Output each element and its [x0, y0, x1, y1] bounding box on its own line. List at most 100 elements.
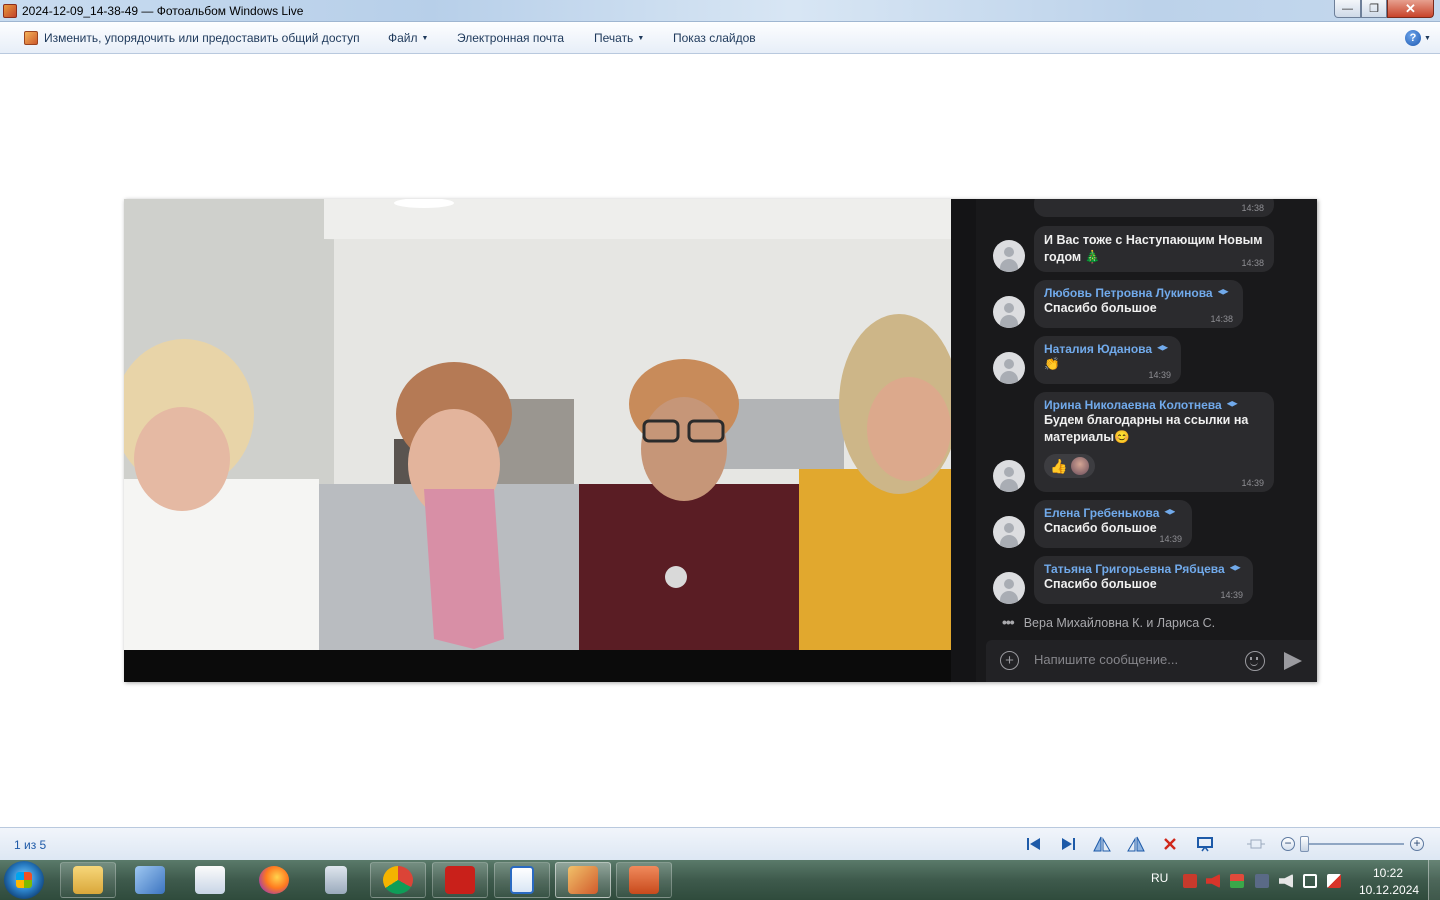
- message-time: 14:38: [1241, 258, 1264, 268]
- action-center-icon[interactable]: [1327, 874, 1341, 888]
- taskbar-explorer[interactable]: [60, 862, 116, 898]
- rotate-left-icon[interactable]: [1093, 836, 1111, 852]
- message-text: Спасибо большое: [1044, 301, 1157, 315]
- avatar[interactable]: [993, 352, 1025, 384]
- avatar[interactable]: [993, 296, 1025, 328]
- photo-gallery-icon: [568, 866, 598, 894]
- menu-email[interactable]: Электронная почта: [457, 31, 564, 45]
- network-icon[interactable]: [1255, 874, 1269, 888]
- actual-size-icon[interactable]: [1247, 836, 1265, 852]
- start-button[interactable]: [4, 861, 44, 899]
- taskbar-chrome[interactable]: [370, 862, 426, 898]
- media-player-icon: [195, 866, 225, 894]
- sender-name: Любовь Петровна Лукинова: [1044, 286, 1213, 300]
- menu-slideshow[interactable]: Показ слайдов: [673, 31, 756, 45]
- message-time: 14:38: [1210, 314, 1233, 324]
- taskbar-powerpoint[interactable]: [616, 862, 672, 898]
- message-reaction[interactable]: 👍: [1044, 454, 1096, 478]
- sender-name: Наталия Юданова: [1044, 342, 1153, 356]
- message-time: 14:39: [1159, 534, 1182, 544]
- photo-viewer: 14:38 И Вас тоже с Наступающим Новым год…: [0, 55, 1440, 827]
- help-dropdown-icon[interactable]: ▼: [1424, 35, 1431, 42]
- message-sender[interactable]: Наталия Юданова: [1044, 342, 1171, 356]
- clock-date[interactable]: 10.12.2024: [1359, 883, 1419, 897]
- message-input[interactable]: Напишите сообщение...: [1034, 652, 1178, 667]
- menu-print[interactable]: Печать ▼: [594, 31, 644, 45]
- avatar[interactable]: [993, 240, 1025, 272]
- message-text: Будем благодарны на ссылки на материалы😊: [1044, 413, 1249, 444]
- zoom-in-icon[interactable]: +: [1410, 837, 1424, 851]
- send-icon[interactable]: [1284, 652, 1302, 670]
- message-text: И Вас тоже с Наступающим Новым годом 🎄: [1044, 233, 1263, 264]
- taskbar-acrobat[interactable]: [432, 862, 488, 898]
- chrome-icon: [383, 866, 413, 894]
- clock-time[interactable]: 10:22: [1373, 866, 1403, 880]
- message-sender[interactable]: Татьяна Григорьевна Рябцева: [1044, 562, 1243, 576]
- chat-panel: 14:38 И Вас тоже с Наступающим Новым год…: [951, 199, 1317, 682]
- sender-name: Елена Гребенькова: [1044, 506, 1160, 520]
- message-time: 14:38: [1241, 203, 1264, 213]
- message-sender[interactable]: Любовь Петровна Лукинова: [1044, 286, 1233, 300]
- photo-counter: 1 из 5: [14, 838, 47, 852]
- minimize-button[interactable]: —: [1334, 0, 1361, 18]
- menu-file[interactable]: Файл ▼: [388, 31, 428, 45]
- next-icon[interactable]: [1059, 836, 1077, 852]
- chat-panel-edge: [951, 199, 976, 682]
- taskbar-calculator[interactable]: [308, 862, 364, 898]
- menu-print-label: Печать: [594, 31, 634, 45]
- avatar[interactable]: [993, 460, 1025, 492]
- rotate-right-icon[interactable]: [1127, 836, 1145, 852]
- photo-gallery-app-icon: [3, 4, 17, 18]
- help-icon[interactable]: ?: [1405, 30, 1421, 46]
- avatar[interactable]: [993, 572, 1025, 604]
- slideshow-icon[interactable]: [1196, 836, 1214, 852]
- education-badge-icon: [1229, 565, 1241, 571]
- delete-icon[interactable]: [1161, 836, 1179, 852]
- emoji-icon[interactable]: [1245, 651, 1265, 671]
- reaction-user-avatar: [1071, 457, 1090, 475]
- video-scene: [124, 199, 951, 650]
- zoom-slider-track[interactable]: [1302, 843, 1404, 845]
- menu-share-organize[interactable]: Изменить, упорядочить или предоставить о…: [44, 31, 360, 45]
- close-button[interactable]: ✕: [1387, 0, 1434, 18]
- window-title: 2024-12-09_14-38-49 — Фотоальбом Windows…: [22, 4, 304, 18]
- message-composer: + Напишите сообщение...: [986, 640, 1317, 682]
- pdf-icon: [445, 866, 475, 894]
- taskbar-photo-gallery[interactable]: [555, 862, 611, 898]
- speaker-muted-icon[interactable]: [1206, 874, 1220, 888]
- language-indicator[interactable]: RU: [1151, 871, 1168, 885]
- display-icon[interactable]: [1303, 874, 1317, 888]
- windows-taskbar: RU 10:22 10.12.2024: [0, 860, 1440, 900]
- taskbar-media-player[interactable]: [182, 862, 238, 898]
- volume-icon[interactable]: [1279, 874, 1293, 888]
- chat-message: Любовь Петровна Лукинова Спасибо большое…: [1034, 280, 1243, 328]
- taskbar-writer[interactable]: [494, 862, 550, 898]
- chat-message: Наталия Юданова 👏 14:39: [1034, 336, 1181, 384]
- taskbar-firefox[interactable]: [246, 862, 302, 898]
- message-sender[interactable]: Елена Гребенькова: [1044, 506, 1182, 520]
- maximize-button[interactable]: ❐: [1361, 0, 1387, 18]
- avatar[interactable]: [993, 516, 1025, 548]
- paint-brush-icon: [135, 866, 165, 894]
- chat-message: Ирина Николаевна Колотнева Будем благода…: [1034, 392, 1274, 492]
- message-time: 14:39: [1241, 478, 1264, 488]
- menu-bar: Изменить, упорядочить или предоставить о…: [0, 22, 1440, 54]
- previous-icon[interactable]: [1025, 836, 1043, 852]
- typing-indicator: ••• Вера Михайловна К. и Лариса С.: [1002, 614, 1215, 630]
- firefox-icon: [259, 866, 289, 894]
- powerpoint-icon: [629, 866, 659, 894]
- message-sender[interactable]: Ирина Николаевна Колотнева: [1044, 398, 1264, 412]
- message-time: 14:39: [1148, 370, 1171, 380]
- attach-plus-icon[interactable]: +: [1000, 651, 1019, 670]
- document-icon: [510, 866, 534, 894]
- zoom-slider-thumb[interactable]: [1300, 836, 1309, 852]
- typing-dots-icon: •••: [1002, 614, 1015, 630]
- tray-status-icon[interactable]: [1230, 874, 1244, 888]
- share-icon[interactable]: [24, 31, 38, 45]
- message-text: Спасибо большое: [1044, 577, 1157, 591]
- show-desktop-button[interactable]: [1428, 860, 1440, 900]
- tray-app-icon[interactable]: [1183, 874, 1197, 888]
- taskbar-app-paint[interactable]: [122, 862, 178, 898]
- chevron-down-icon: ▼: [421, 35, 429, 42]
- zoom-out-icon[interactable]: −: [1281, 837, 1295, 851]
